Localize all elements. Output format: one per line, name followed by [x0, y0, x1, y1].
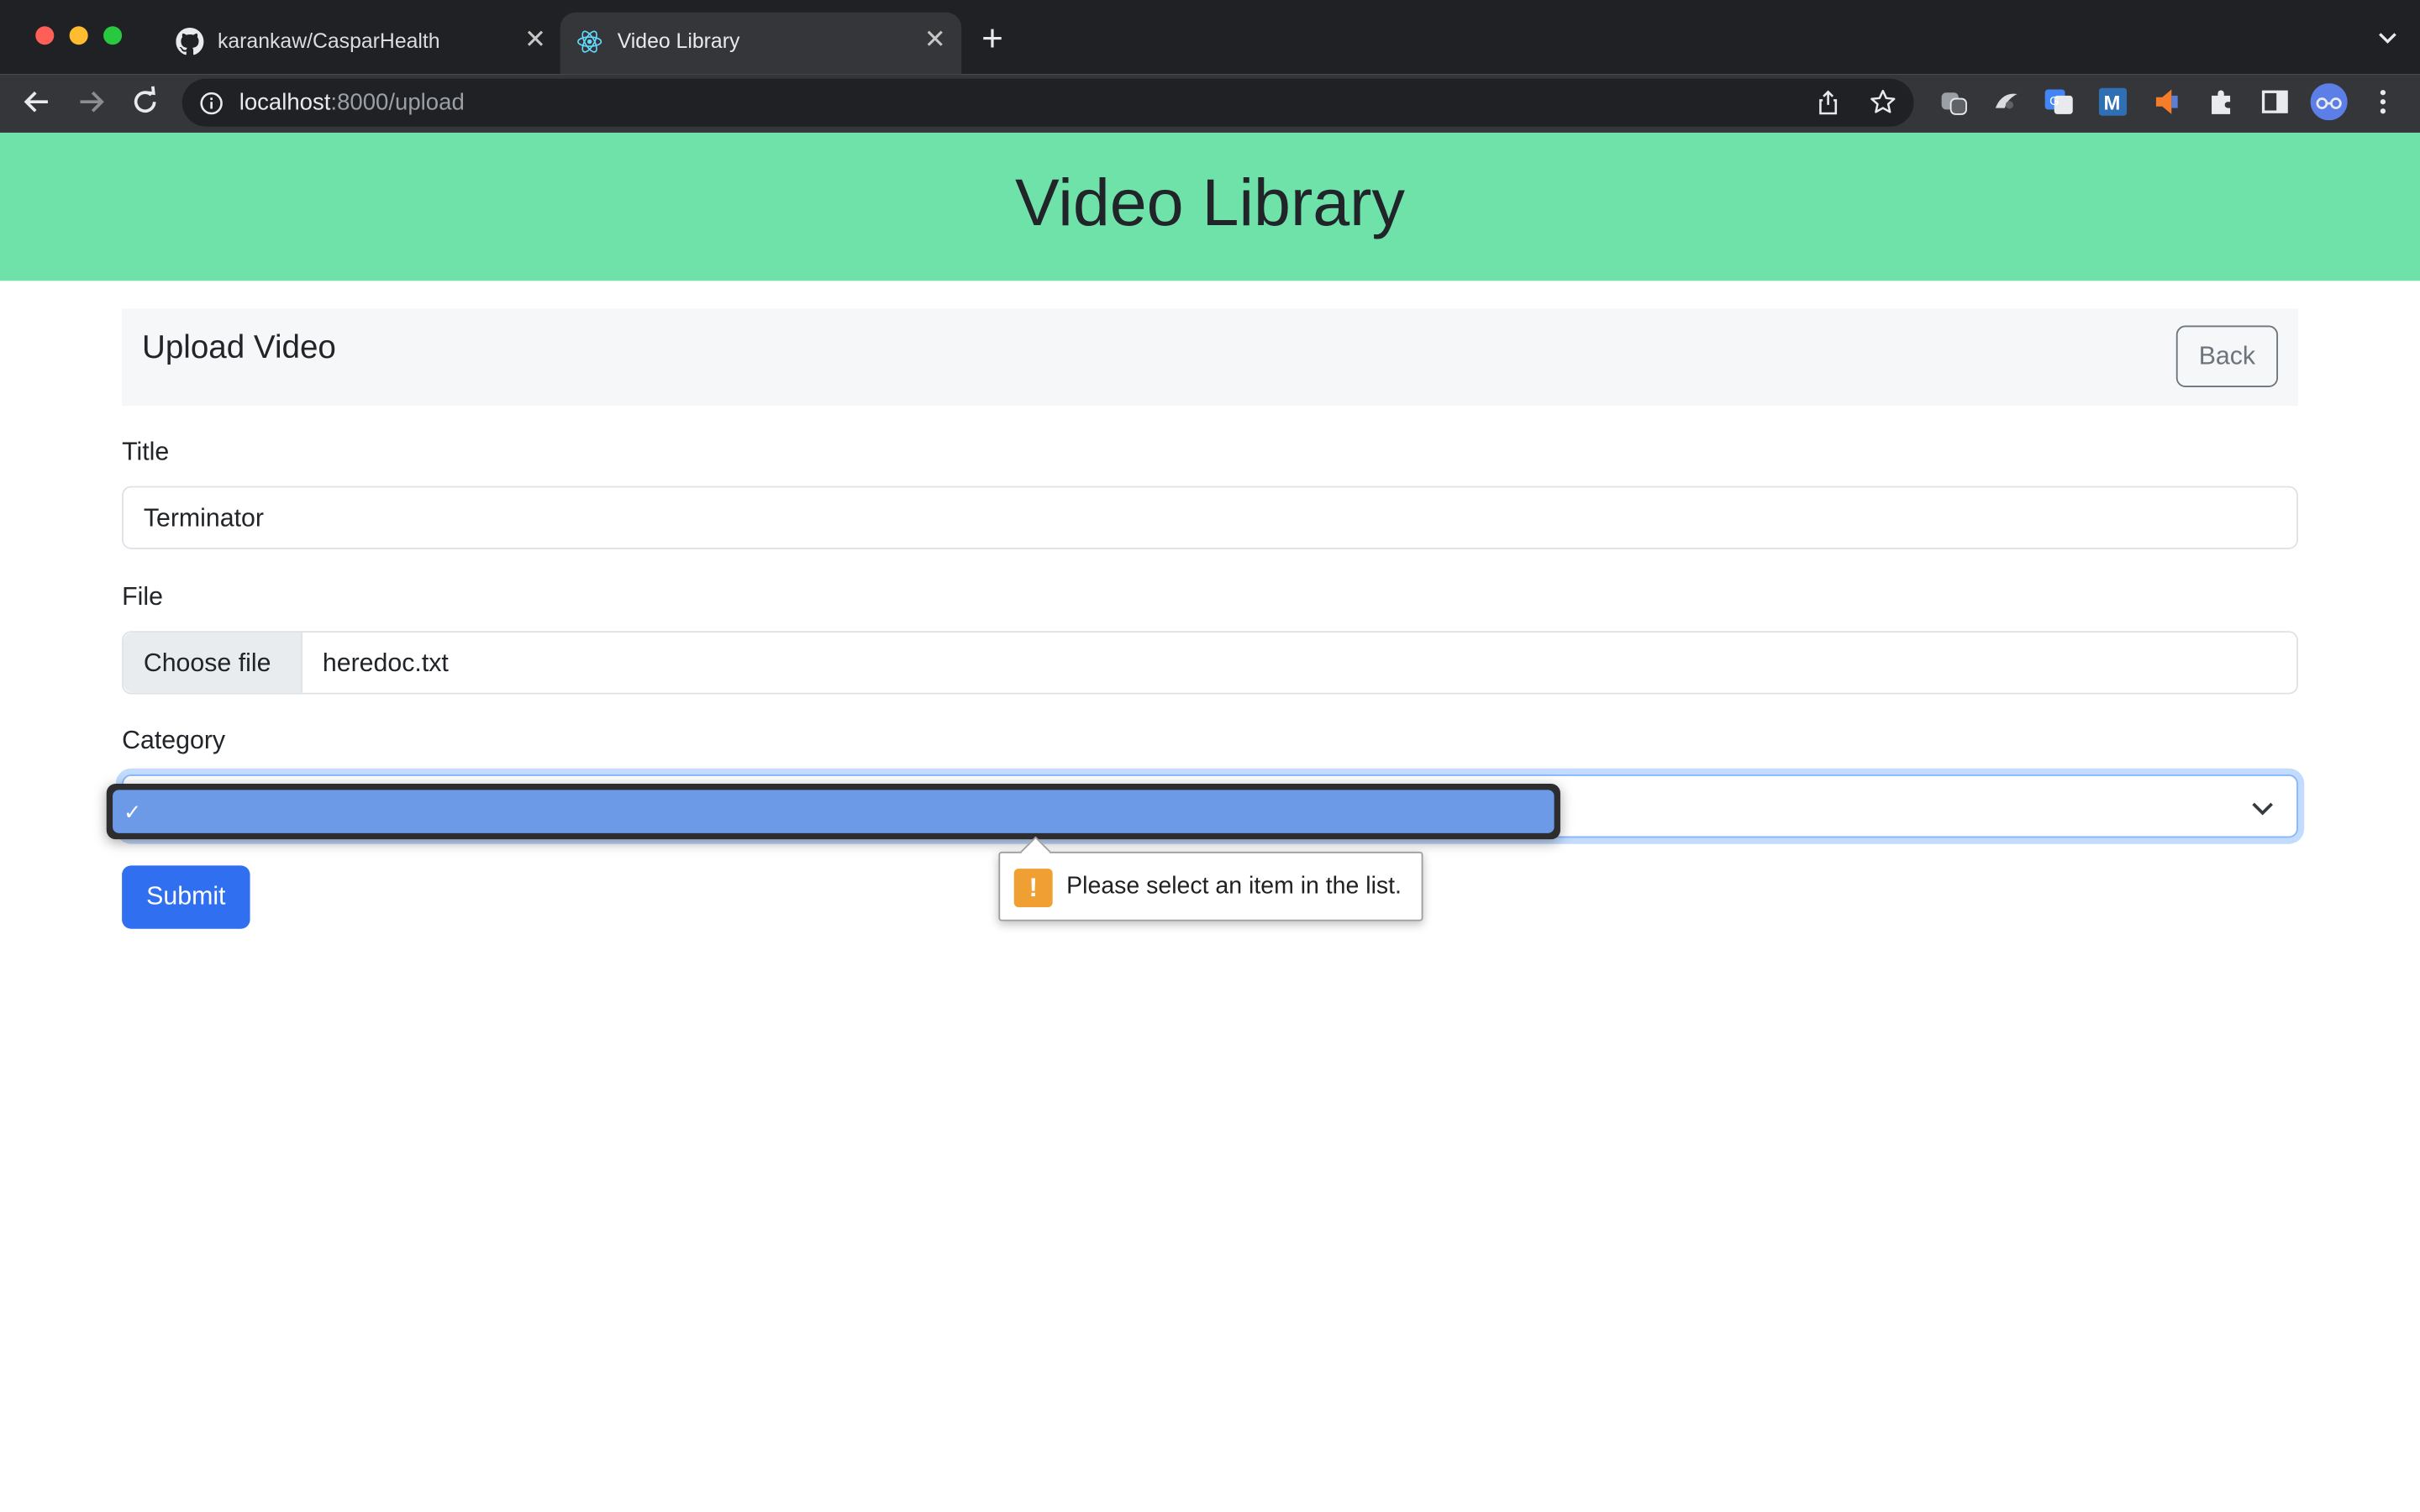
browser-toolbar: localhost:8000/upload G M [0, 74, 2420, 133]
url-path: :8000/upload [330, 89, 465, 116]
minimize-window-button[interactable] [69, 26, 88, 45]
translate-extension-icon[interactable]: G [2044, 87, 2075, 118]
choose-file-button[interactable]: Choose file [123, 633, 302, 693]
profile-avatar-icon[interactable] [2310, 83, 2348, 121]
card-title: Upload Video [141, 330, 336, 366]
svg-text:G: G [2049, 95, 2059, 108]
close-window-button[interactable] [35, 26, 55, 45]
react-icon [577, 30, 602, 53]
choose-file-label: Choose file [143, 649, 271, 678]
audio-extension-icon[interactable] [2151, 87, 2182, 118]
tab-title: Video Library [617, 29, 740, 53]
share-icon[interactable] [1815, 90, 1841, 116]
close-tab-icon[interactable]: ✕ [524, 25, 546, 54]
file-label: File [122, 583, 163, 612]
url-text: localhost:8000/upload [239, 90, 465, 116]
submit-button[interactable]: Submit [122, 865, 250, 929]
category-label: Category [122, 727, 226, 755]
reload-icon[interactable] [128, 85, 161, 118]
browser-tab-strip: karankaw/CasparHealth ✕ Video Library ✕ … [0, 0, 2420, 75]
extensions-puzzle-icon[interactable] [2206, 87, 2237, 118]
validation-tooltip: ! Please select an item in the list. [998, 836, 1423, 921]
url-host: localhost [239, 89, 331, 116]
dropdown-option-empty[interactable]: ✓ [113, 790, 1555, 833]
file-input[interactable]: Choose file heredoc.txt [122, 631, 2298, 695]
address-bar[interactable]: localhost:8000/upload [182, 78, 1914, 127]
forward-arrow-icon[interactable] [74, 85, 108, 118]
side-panel-icon[interactable] [2260, 87, 2291, 118]
tab-title: karankaw/CasparHealth [217, 29, 440, 53]
more-menu-icon[interactable] [2368, 87, 2399, 118]
browser-tab-video-library[interactable]: Video Library ✕ [560, 12, 962, 75]
m-extension-icon[interactable]: M [2097, 87, 2128, 118]
warning-icon: ! [1013, 869, 1053, 907]
upload-card-header: Upload Video Back [122, 308, 2298, 407]
browser-tab-github[interactable]: karankaw/CasparHealth ✕ [160, 13, 562, 74]
chevron-down-icon [2252, 802, 2273, 816]
title-input-value: Terminator [143, 504, 264, 533]
new-tab-icon[interactable]: + [981, 21, 1003, 59]
validation-message: Please select an item in the list. [1066, 873, 1402, 900]
extension-icon[interactable] [1939, 87, 1970, 118]
checkmark-icon: ✓ [123, 799, 142, 824]
page-banner: Video Library [0, 132, 2420, 281]
tab-search-chevron-icon[interactable] [2377, 26, 2399, 48]
site-info-icon[interactable] [199, 91, 224, 115]
category-dropdown-list: ✓ [106, 784, 1560, 840]
svg-text:M: M [2103, 92, 2120, 114]
maximize-window-button[interactable] [103, 26, 123, 45]
title-input[interactable]: Terminator [122, 486, 2298, 549]
extension-icon[interactable] [1991, 87, 2022, 118]
tooltip-arrow [1020, 836, 1051, 868]
selected-file-name: heredoc.txt [322, 649, 449, 678]
close-tab-icon[interactable]: ✕ [924, 25, 946, 54]
bookmark-star-icon[interactable] [1869, 88, 1897, 116]
page-title: Video Library [1015, 166, 1405, 241]
title-label: Title [122, 438, 170, 466]
github-icon [176, 28, 204, 55]
back-arrow-icon[interactable] [20, 85, 54, 118]
back-button[interactable]: Back [2175, 325, 2279, 388]
